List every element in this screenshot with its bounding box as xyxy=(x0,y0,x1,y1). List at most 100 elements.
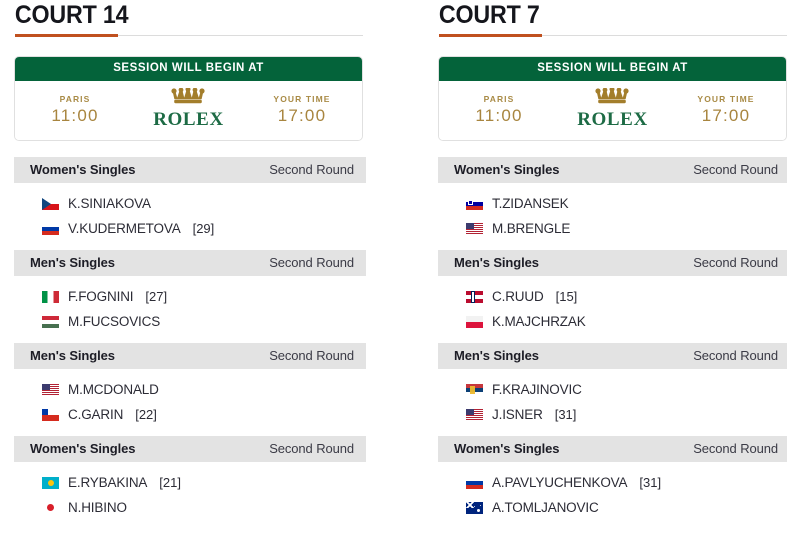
player-row[interactable]: V.KUDERMETOVA [29] xyxy=(14,216,366,241)
player-name: T.ZIDANSEK xyxy=(492,196,569,211)
player-seed: [31] xyxy=(639,475,662,490)
flag-norway xyxy=(466,290,483,303)
session-banner: SESSION WILL BEGIN AT xyxy=(439,57,786,81)
player-row[interactable]: K.MAJCHRZAK xyxy=(438,309,787,334)
player-seed: [15] xyxy=(555,289,578,304)
paris-time-label: PARIS xyxy=(59,93,91,104)
player-row[interactable]: K.SINIAKOVA xyxy=(14,191,366,216)
player-list: F.KRAJINOVIC J.ISNER [31] xyxy=(438,369,787,436)
flag-serbia xyxy=(466,383,483,396)
match-event-header: Men's Singles Second Round xyxy=(14,343,366,369)
match-event-header: Women's Singles Second Round xyxy=(14,436,366,462)
event-name: Women's Singles xyxy=(454,441,560,456)
player-name: E.RYBAKINA xyxy=(68,475,148,490)
match-block[interactable]: Women's Singles Second Round K.SINIAKOVA V.… xyxy=(14,157,366,250)
match-block[interactable]: Men's Singles Second Round C.RUUD [15] K.MAJ… xyxy=(438,250,787,343)
player-seed: [27] xyxy=(145,289,168,304)
player-name: M.MCDONALD xyxy=(68,382,159,397)
session-banner: SESSION WILL BEGIN AT xyxy=(15,57,362,81)
title-rule-accent xyxy=(15,34,118,37)
title-underline xyxy=(438,34,787,38)
flag-poland xyxy=(466,315,483,328)
flag-kazakhstan xyxy=(42,476,59,489)
player-row[interactable]: T.ZIDANSEK xyxy=(438,191,787,216)
rolex-crown-icon xyxy=(595,86,630,104)
match-block[interactable]: Women's Singles Second Round A.PAVLYUCHENK… xyxy=(438,436,787,529)
player-row[interactable]: E.RYBAKINA [21] xyxy=(14,470,366,495)
match-block[interactable]: Women's Singles Second Round T.ZIDANSEK M.B… xyxy=(438,157,787,250)
your-time-value: 17:00 xyxy=(701,105,751,125)
event-name: Women's Singles xyxy=(454,162,560,177)
event-name: Men's Singles xyxy=(454,255,539,270)
your-time-label: YOUR TIME xyxy=(273,93,331,104)
player-name: K.SINIAKOVA xyxy=(68,196,151,211)
match-block[interactable]: Men's Singles Second Round F.KRAJINOVIC J.I… xyxy=(438,343,787,436)
event-name: Men's Singles xyxy=(30,255,115,270)
player-seed: [29] xyxy=(192,221,215,236)
player-row[interactable]: F.KRAJINOVIC xyxy=(438,377,787,402)
player-name: N.HIBINO xyxy=(68,500,127,515)
player-name: C.GARIN xyxy=(68,407,124,422)
flag-czech-republic xyxy=(42,197,59,210)
event-round: Second Round xyxy=(693,441,778,456)
match-event-header: Men's Singles Second Round xyxy=(438,250,787,276)
player-row[interactable]: A.TOMLJANOVIC xyxy=(438,495,787,520)
player-name: C.RUUD xyxy=(492,289,544,304)
event-round: Second Round xyxy=(269,441,354,456)
match-event-header: Women's Singles Second Round xyxy=(14,157,366,183)
flag-russia xyxy=(466,476,483,489)
title-underline xyxy=(14,34,363,38)
player-row[interactable]: F.FOGNINI [27] xyxy=(14,284,366,309)
player-row[interactable]: M.MCDONALD xyxy=(14,377,366,402)
match-event-header: Women's Singles Second Round xyxy=(438,157,787,183)
player-name: M.BRENGLE xyxy=(492,221,571,236)
player-list: E.RYBAKINA [21] N.HIBINO xyxy=(14,462,366,529)
player-row[interactable]: C.RUUD [15] xyxy=(438,284,787,309)
flag-hungary xyxy=(42,315,59,328)
player-row[interactable]: C.GARIN [22] xyxy=(14,402,366,427)
player-list: F.FOGNINI [27] M.FUCSOVICS xyxy=(14,276,366,343)
player-name: A.PAVLYUCHENKOVA xyxy=(492,475,628,490)
court-title: COURT 14 xyxy=(14,1,129,29)
paris-time-value: 11:00 xyxy=(51,105,99,125)
rolex-sponsor-logo: ROLEX xyxy=(153,86,224,131)
player-row[interactable]: M.BRENGLE xyxy=(438,216,787,241)
flag-united-states xyxy=(466,408,483,421)
flag-united-states xyxy=(466,222,483,235)
order-of-play-page: COURT 14 SESSION WILL BEGIN AT PARIS 11:00 R… xyxy=(0,0,787,551)
flag-russia xyxy=(42,222,59,235)
flag-italy xyxy=(42,290,59,303)
session-card: SESSION WILL BEGIN AT PARIS 11:00 ROLEX YOUR… xyxy=(14,56,363,141)
flag-slovenia xyxy=(466,197,483,210)
player-row[interactable]: A.PAVLYUCHENKOVA [31] xyxy=(438,470,787,495)
match-block[interactable]: Men's Singles Second Round M.MCDONALD C.GAR… xyxy=(14,343,366,436)
player-seed: [31] xyxy=(554,407,577,422)
court-column-2: COURT 7 SESSION WILL BEGIN AT PARIS 11:00 RO… xyxy=(434,0,787,551)
player-name: A.TOMLJANOVIC xyxy=(492,500,599,515)
match-block[interactable]: Women's Singles Second Round E.RYBAKINA [21… xyxy=(14,436,366,529)
event-name: Men's Singles xyxy=(454,348,539,363)
match-block[interactable]: Men's Singles Second Round F.FOGNINI [27] M.… xyxy=(14,250,366,343)
event-round: Second Round xyxy=(693,255,778,270)
flag-chile xyxy=(42,408,59,421)
player-name: F.FOGNINI xyxy=(68,289,134,304)
player-list: T.ZIDANSEK M.BRENGLE xyxy=(438,183,787,250)
rolex-crown-icon xyxy=(171,86,206,104)
flag-japan xyxy=(42,501,59,514)
title-rule-accent xyxy=(439,34,542,37)
session-card: SESSION WILL BEGIN AT PARIS 11:00 ROLEX YOUR… xyxy=(438,56,787,141)
player-name: V.KUDERMETOVA xyxy=(68,221,181,236)
your-time-value: 17:00 xyxy=(277,105,327,125)
match-event-header: Men's Singles Second Round xyxy=(14,250,366,276)
player-row[interactable]: M.FUCSOVICS xyxy=(14,309,366,334)
your-time-label: YOUR TIME xyxy=(697,93,755,104)
session-times: PARIS 11:00 ROLEX YOUR TIME 17:00 xyxy=(15,81,362,140)
player-list: C.RUUD [15] K.MAJCHRZAK xyxy=(438,276,787,343)
event-round: Second Round xyxy=(269,162,354,177)
your-time-block: YOUR TIME 17:00 xyxy=(264,94,340,126)
player-name: K.MAJCHRZAK xyxy=(492,314,586,329)
player-row[interactable]: J.ISNER [31] xyxy=(438,402,787,427)
player-row[interactable]: N.HIBINO xyxy=(14,495,366,520)
event-round: Second Round xyxy=(269,348,354,363)
event-round: Second Round xyxy=(693,162,778,177)
